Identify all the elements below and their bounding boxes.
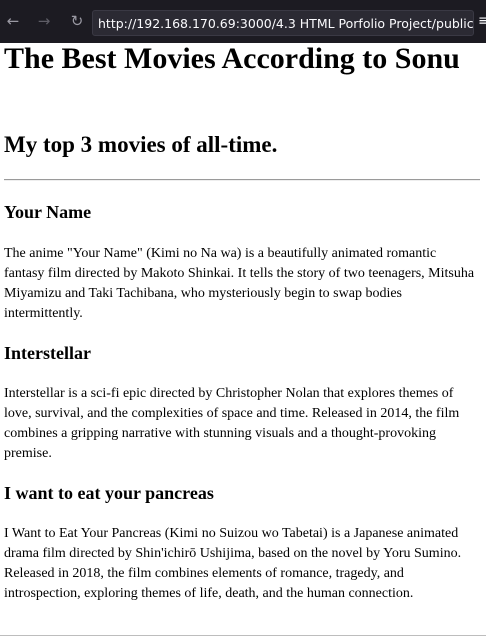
back-arrow-icon[interactable]: ← [3,11,23,31]
address-bar[interactable]: http://192.168.170.69:3000/4.3 HTML Porf… [92,10,474,36]
hamburger-menu-icon[interactable]: ≡ [478,11,486,31]
horizontal-rule [4,179,480,181]
address-bar-url[interactable]: http://192.168.170.69:3000/4.3 HTML Porf… [98,15,473,32]
movie-title-your-name: Your Name [4,202,92,222]
movie-description-your-name: The anime "Your Name" (Kimi no Na wa) is… [4,246,475,321]
page-content: The Best Movies According to Sonu My top… [0,43,486,636]
page-title: The Best Movies According to Sonu [4,43,460,75]
forward-arrow-icon[interactable]: → [34,11,54,31]
page-subtitle: My top 3 movies of all-time. [4,132,278,157]
movie-title-i-want-to-eat-your-pancreas: I want to eat your pancreas [4,483,214,503]
movie-description-interstellar: Interstellar is a sci-fi epic directed b… [4,386,460,461]
movie-title-interstellar: Interstellar [4,343,91,363]
reload-icon[interactable]: ↻ [67,11,87,31]
movie-description-i-want-to-eat-your-pancreas: I Want to Eat Your Pancreas (Kimi no Sui… [4,526,462,601]
browser-toolbar: ← → ↻ http://192.168.170.69:3000/4.3 HTM… [0,0,486,43]
